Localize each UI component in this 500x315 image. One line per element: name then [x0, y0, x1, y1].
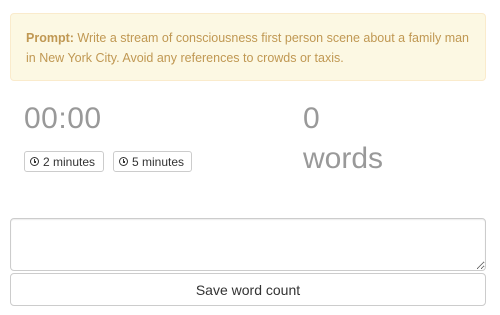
save-word-count-button[interactable]: Save word count: [10, 273, 486, 306]
writing-textarea[interactable]: [10, 218, 486, 271]
clock-icon: [119, 157, 128, 166]
word-count-unit: words: [303, 142, 384, 175]
five-minutes-button[interactable]: 5 minutes: [113, 151, 192, 172]
prompt-lead: Prompt:: [26, 31, 74, 45]
five-minutes-label: 5 minutes: [132, 154, 185, 169]
timer-display: 00:00: [24, 102, 102, 135]
prompt-alert: Prompt: Write a stream of consciousness …: [10, 13, 486, 81]
clock-icon: [30, 157, 39, 166]
two-minutes-button[interactable]: 2 minutes: [24, 151, 104, 172]
prompt-text: Write a stream of consciousness first pe…: [26, 31, 470, 65]
save-word-count-label: Save word count: [195, 281, 301, 298]
two-minutes-label: 2 minutes: [43, 154, 96, 169]
word-count-value: 0: [303, 102, 320, 135]
